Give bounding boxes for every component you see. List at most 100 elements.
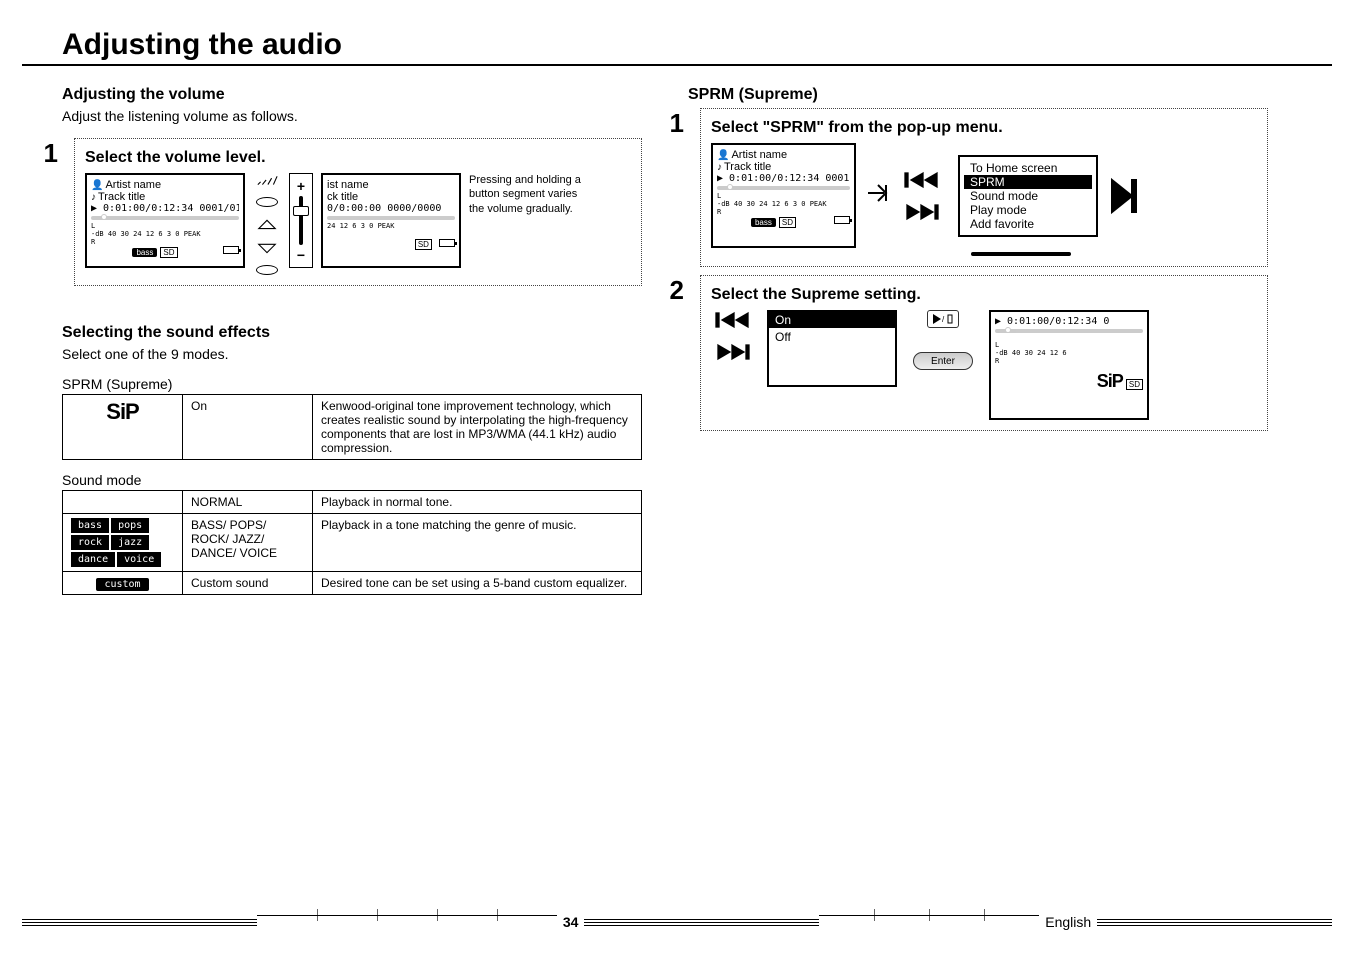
volume-handle[interactable] (293, 206, 309, 216)
play-pause-button[interactable]: / (927, 310, 959, 328)
chip-dance: dance (71, 552, 115, 567)
down-arrow-button[interactable] (256, 241, 278, 255)
chip-bass: bass (71, 518, 109, 533)
arrow-right-icon (864, 179, 892, 212)
lcd-time: ▶ 0:01:00/0:12:34 0001/0123 (91, 203, 239, 214)
top-oval-button[interactable] (256, 197, 278, 207)
choice-on[interactable]: On (769, 312, 895, 329)
signal-icon (256, 173, 278, 187)
sound-effects-heading: Selecting the sound effects (62, 324, 642, 342)
step-1-box: Select the volume level. Artist name Tra… (74, 138, 642, 286)
player-lcd-cropped: ist name ck title 0/0:00:00 0000/0000 24… (321, 173, 461, 268)
lcd-r1-bass: bass (751, 218, 776, 227)
sm-desc-2: Desired tone can be set using a 5-band c… (313, 572, 642, 595)
battery-icon-2 (439, 239, 455, 247)
table-row: NORMAL Playback in normal tone. (63, 491, 642, 514)
right-step-2-box: Select the Supreme setting. On (700, 275, 1268, 431)
sm-label-1: BASS/ POPS/ ROCK/ JAZZ/ DANCE/ VOICE (183, 514, 313, 572)
menu-item-playmode[interactable]: Play mode (964, 203, 1092, 217)
sprm-icon-cell: SiP (63, 395, 183, 460)
lcd2-artist: ist name (327, 179, 455, 191)
page-title: Adjusting the audio (62, 28, 342, 62)
player-lcd-r2: ▶ 0:01:00/0:12:34 0 L -dB 40 30 24 12 6 … (989, 310, 1149, 420)
sprm-desc: Kenwood-original tone improvement techno… (313, 395, 642, 460)
sm-desc-1: Playback in a tone matching the genre of… (313, 514, 642, 572)
page-language: English (1039, 914, 1097, 930)
step-1-number: 1 (32, 138, 58, 169)
chip-rock: rock (71, 535, 109, 550)
sprm-label: SPRM (Supreme) (62, 376, 642, 392)
step-1-title: Select the volume level. (85, 149, 631, 167)
sprm-state: On (183, 395, 313, 460)
chip-custom: custom (96, 578, 148, 591)
svg-text:/: / (942, 315, 945, 324)
choice-off[interactable]: Off (769, 329, 895, 345)
menu-item-addfav[interactable]: Add favorite (964, 217, 1092, 231)
right-column: SPRM (Supreme) 1 Select "SPRM" from the … (688, 86, 1268, 439)
next-track-button-2[interactable] (714, 342, 758, 362)
lcd-artist: Artist name (105, 179, 161, 191)
sm-icon-cell-2: custom (63, 572, 183, 595)
chip-jazz: jazz (111, 535, 149, 550)
sprm-heading: SPRM (Supreme) (688, 86, 1268, 104)
table-row: SiP On Kenwood-original tone improvement… (63, 395, 642, 460)
battery-icon-r1 (834, 216, 850, 224)
right-step-2-number: 2 (658, 275, 684, 306)
lcd-track: Track title (98, 191, 145, 203)
lcd-r2-sd: SD (1126, 379, 1143, 390)
lcd-r2-time: ▶ 0:01:00/0:12:34 0 (995, 316, 1143, 327)
lcd-r1-time: ▶ 0:01:00/0:12:34 0001/0123 (717, 173, 850, 184)
menu-item-home[interactable]: To Home screen (964, 161, 1092, 175)
menu-item-soundmode[interactable]: Sound mode (964, 189, 1092, 203)
sm-label-2: Custom sound (183, 572, 313, 595)
big-next-icon[interactable] (1106, 176, 1140, 216)
bottom-oval-button[interactable] (256, 265, 278, 275)
lcd2-track: ck title (327, 191, 455, 203)
adjust-volume-body: Adjust the listening volume as follows. (62, 108, 642, 124)
supreme-choice-list[interactable]: On Off (767, 310, 897, 387)
sm-icon-cell-0 (63, 491, 183, 514)
enter-button[interactable]: Enter (913, 352, 973, 370)
left-column: Adjusting the volume Adjust the listenin… (62, 86, 642, 595)
lcd-db-ticks: -dB 40 30 24 12 6 3 0 PEAK (91, 230, 239, 238)
volume-minus-icon: − (290, 247, 312, 263)
transport-buttons-2 (711, 310, 761, 362)
sprm-table: SiP On Kenwood-original tone improvement… (62, 394, 642, 460)
sprm-step2-row: On Off / Enter ▶ 0:01:00/0:12:34 0 (711, 310, 1257, 420)
soundmode-label: Sound mode (62, 472, 642, 488)
lcd-sd-icon: SD (160, 247, 177, 258)
lcd-r2-db: -dB 40 30 24 12 6 (995, 349, 1143, 357)
volume-slider[interactable]: + − (289, 173, 313, 268)
sprm-step1-row: Artist name Track title ▶ 0:01:00/0:12:3… (711, 143, 1257, 248)
sm-desc-0: Playback in normal tone. (313, 491, 642, 514)
lcd-r1-artist: Artist name (731, 149, 787, 161)
menu-item-sprm[interactable]: SPRM (964, 175, 1092, 189)
lcd2-time: 0/0:00:00 0000/0000 (327, 203, 455, 214)
transport-buttons (900, 170, 950, 222)
volume-hold-hint: Pressing and holding a button segment va… (469, 173, 589, 216)
sm-icon-cell-1: bass pops rock jazz dance voice (63, 514, 183, 572)
table-row: bass pops rock jazz dance voice BASS/ PO… (63, 514, 642, 572)
sound-effects-body: Select one of the 9 modes. (62, 346, 642, 362)
lcd2-sd-icon: SD (415, 239, 432, 250)
prev-track-button[interactable] (903, 170, 947, 190)
prev-track-button-2[interactable] (714, 310, 758, 330)
up-arrow-button[interactable] (256, 217, 278, 231)
lcd-r1-db: -dB 40 30 24 12 6 3 0 PEAK (717, 200, 850, 208)
chip-voice: voice (117, 552, 161, 567)
lcd-r2-sip-icon: SiP (1097, 371, 1123, 391)
popup-menu[interactable]: To Home screen SPRM Sound mode Play mode… (958, 155, 1098, 237)
right-step-1-title: Select "SPRM" from the pop-up menu. (711, 119, 1257, 137)
chip-pops: pops (111, 518, 149, 533)
battery-icon (223, 246, 239, 254)
lcd-r1-track: Track title (724, 161, 771, 173)
sip-icon: SiP (106, 399, 138, 424)
table-row: custom Custom sound Desired tone can be … (63, 572, 642, 595)
soundmode-table: NORMAL Playback in normal tone. bass pop… (62, 490, 642, 595)
title-rule (22, 64, 1332, 66)
progress-underline (971, 252, 1071, 256)
volume-step-row: Artist name Track title ▶ 0:01:00/0:12:3… (85, 173, 631, 275)
next-track-button[interactable] (903, 202, 947, 222)
side-buttons (253, 173, 281, 275)
page-number: 34 (557, 914, 585, 930)
